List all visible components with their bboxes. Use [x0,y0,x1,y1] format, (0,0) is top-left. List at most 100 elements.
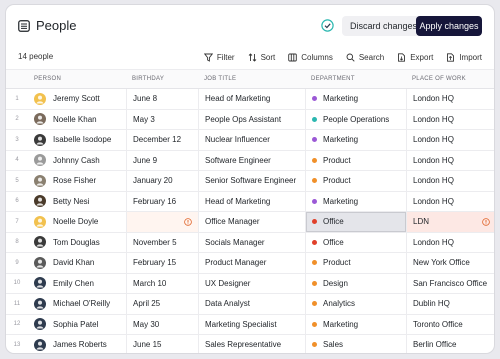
job-title-cell[interactable]: Head of Marketing [198,191,305,211]
apply-changes-button[interactable]: Apply changes [416,16,482,36]
sort-label: Sort [260,52,276,62]
table-row[interactable]: 4 Johnny Cash June 9 Software Engineer Produ… [6,150,494,171]
department-cell[interactable]: Product [305,150,406,170]
row-number: 12 [13,321,21,328]
job-title-cell[interactable]: Office Manager [198,212,305,232]
column-header-person[interactable]: PERSON [34,76,61,82]
place-of-work-cell[interactable]: London HQ [406,89,494,109]
department-cell[interactable]: Marketing [305,191,406,211]
job-title-cell[interactable]: Marketing Specialist [198,314,305,334]
birthday-cell[interactable]: November 5 [126,232,198,252]
table-row[interactable]: 3 Isabelle Isodope December 12 Nuclear Infl… [6,130,494,151]
person-cell[interactable]: Rose Fisher [28,171,126,191]
job-title-cell[interactable]: UX Designer [198,273,305,293]
department-cell[interactable]: Office [305,232,406,252]
job-title-cell[interactable]: Data Analyst [198,294,305,314]
column-header-place-of-work[interactable]: PLACE OF WORK [412,76,466,82]
place-of-work-cell[interactable]: London HQ [406,171,494,191]
birthday-cell[interactable]: January 20 [126,171,198,191]
job-title-cell[interactable]: People Ops Assistant [198,109,305,129]
person-cell[interactable]: Sophia Patel [28,315,126,335]
table-row[interactable]: 8 Tom Douglas November 5 Socials Manager Off… [6,232,494,253]
search-button[interactable]: Search [346,50,384,64]
table-row[interactable]: 1 Jeremy Scott June 8 Head of Marketing Mark… [6,89,494,110]
column-header-department[interactable]: DEPARTMENT [311,76,355,82]
person-cell[interactable]: Michael O'Reilly [28,294,126,314]
place-of-work-value: London HQ [413,135,454,145]
row-number: 4 [15,157,19,164]
job-title-cell[interactable]: Socials Manager [198,232,305,252]
job-title-cell[interactable]: Head of Marketing [198,89,305,109]
department-cell[interactable]: Analytics [305,294,406,314]
person-cell[interactable]: Emily Chen [28,274,126,294]
department-cell[interactable]: Sales [305,335,406,353]
department-cell[interactable]: Product [305,253,406,273]
department-cell[interactable]: Marketing [305,130,406,150]
person-cell[interactable]: Isabelle Isodope [28,130,126,150]
place-of-work-cell[interactable]: New York Office [406,253,494,273]
birthday-cell[interactable]: May 3 [126,109,198,129]
birthday-cell[interactable]: May 30 [126,314,198,334]
birthday-cell[interactable]: December 12 [126,130,198,150]
person-cell[interactable]: Noelle Doyle [28,212,126,232]
column-header-job-title[interactable]: JOB TITLE [204,76,236,82]
table-row[interactable]: 7 Noelle Doyle Office Manager Office LDN [6,212,494,233]
job-title-cell[interactable]: Sales Representative [198,335,305,353]
columns-icon [288,53,298,61]
person-cell[interactable]: Johnny Cash [28,151,126,171]
import-button[interactable]: Import [446,50,482,64]
person-cell[interactable]: Jeremy Scott [28,89,126,109]
department-cell[interactable]: Product [305,171,406,191]
department-cell[interactable]: Marketing [305,314,406,334]
table-row[interactable]: 9 David Khan February 15 Product Manager Pro… [6,253,494,274]
department-cell[interactable]: Office [305,212,406,232]
discard-changes-button[interactable]: Discard changes [342,16,426,36]
person-cell[interactable]: Tom Douglas [28,233,126,253]
department-cell[interactable]: People Operations [305,109,406,129]
birthday-cell[interactable]: April 25 [126,294,198,314]
table-row[interactable]: 13 James Roberts June 15 Sales Representati… [6,335,494,353]
birthday-cell[interactable]: June 9 [126,150,198,170]
job-title-cell[interactable]: Product Manager [198,253,305,273]
import-label: Import [459,52,482,62]
birthday-cell[interactable] [126,212,198,232]
columns-button[interactable]: Columns [288,50,333,64]
export-button[interactable]: Export [397,50,433,64]
place-of-work-cell[interactable]: San Francisco Office [406,273,494,293]
table-row[interactable]: 12 Sophia Patel May 30 Marketing Specialist… [6,314,494,335]
job-title-cell[interactable]: Software Engineer [198,150,305,170]
table-row[interactable]: 6 Betty Nesi February 16 Head of Marketing M… [6,191,494,212]
table-row[interactable]: 11 Michael O'Reilly April 25 Data Analyst An… [6,294,494,315]
birthday-cell[interactable]: February 16 [126,191,198,211]
place-of-work-cell[interactable]: London HQ [406,109,494,129]
sort-button[interactable]: Sort [248,50,276,64]
department-cell[interactable]: Marketing [305,89,406,109]
person-cell[interactable]: Noelle Khan [28,110,126,130]
place-of-work-cell[interactable]: London HQ [406,232,494,252]
column-header-birthday[interactable]: BIRTHDAY [132,76,164,82]
place-of-work-cell[interactable]: London HQ [406,130,494,150]
job-title-cell[interactable]: Nuclear Influencer [198,130,305,150]
person-cell[interactable]: James Roberts [28,335,126,353]
place-of-work-cell[interactable]: London HQ [406,191,494,211]
person-name: Sophia Patel [53,319,99,329]
birthday-cell[interactable]: March 10 [126,273,198,293]
place-of-work-cell[interactable]: Berlin Office [406,335,494,353]
department-cell[interactable]: Design [305,273,406,293]
table-row[interactable]: 2 Noelle Khan May 3 People Ops Assistant Peo… [6,109,494,130]
person-cell[interactable]: Betty Nesi [28,192,126,212]
place-of-work-cell[interactable]: London HQ [406,150,494,170]
person-cell[interactable]: David Khan [28,253,126,273]
job-title-cell[interactable]: Senior Software Engineer [198,171,305,191]
search-label: Search [358,52,385,62]
place-of-work-cell[interactable]: LDN [406,212,494,232]
place-of-work-cell[interactable]: Toronto Office [406,314,494,334]
birthday-cell[interactable]: June 15 [126,335,198,353]
birthday-cell[interactable]: February 15 [126,253,198,273]
place-of-work-cell[interactable]: Dublin HQ [406,294,494,314]
avatar [34,318,46,331]
filter-button[interactable]: Filter [203,50,235,64]
table-row[interactable]: 5 Rose Fisher January 20 Senior Software En… [6,171,494,192]
table-row[interactable]: 10 Emily Chen March 10 UX Designer Design San… [6,273,494,294]
birthday-cell[interactable]: June 8 [126,89,198,109]
